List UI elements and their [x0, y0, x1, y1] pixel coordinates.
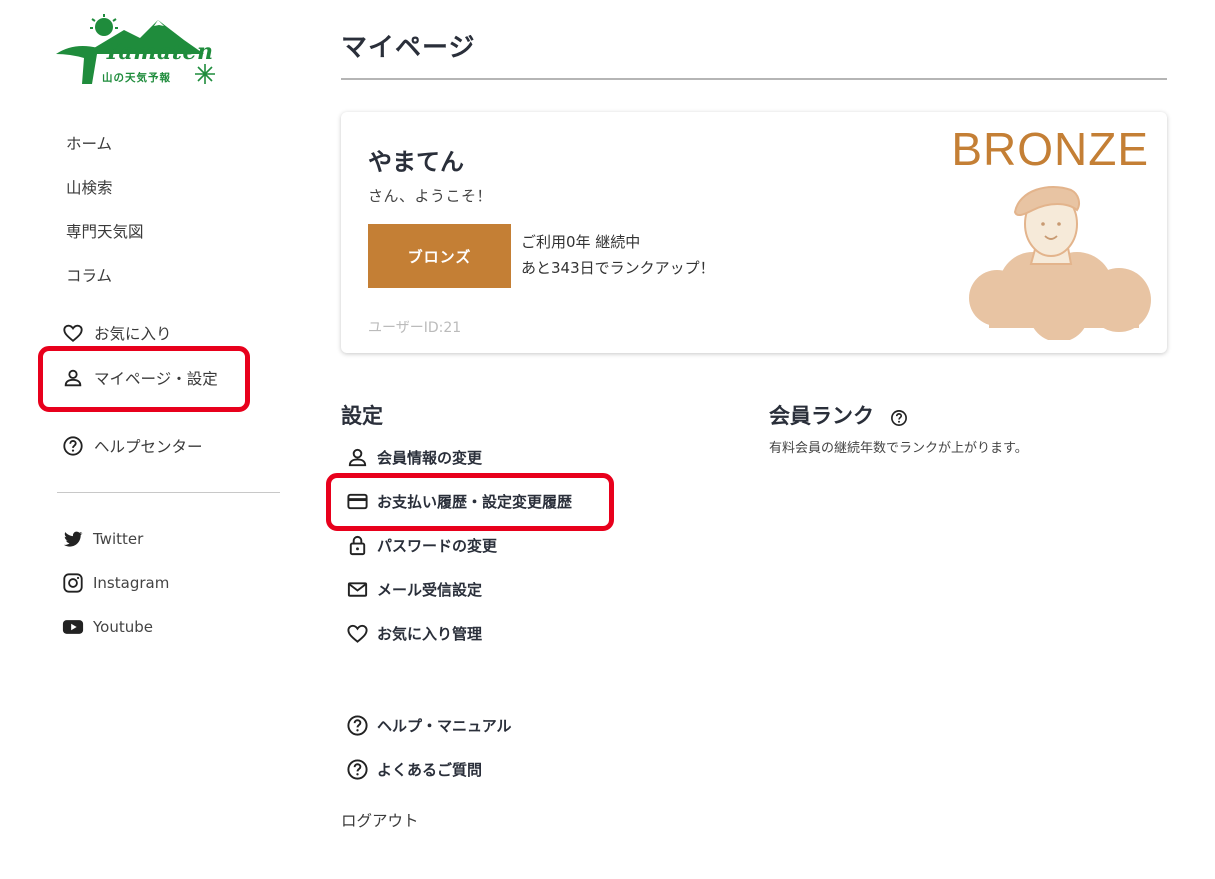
sidebar-help-label: ヘルプセンター: [94, 438, 203, 456]
logo-subtitle: 山の天気予報: [102, 72, 171, 84]
sidebar-item-mypage[interactable]: マイページ・設定: [62, 367, 218, 389]
settings-item-payment-history[interactable]: お支払い履歴・設定変更履歴: [346, 490, 572, 513]
sidebar-item-help-center[interactable]: ヘルプセンター: [62, 435, 203, 457]
sidebar-favorites-label: お気に入り: [94, 325, 172, 343]
instagram-icon: [63, 573, 83, 593]
sidebar-mypage-label: マイページ・設定: [94, 370, 218, 388]
person-icon: [64, 369, 82, 387]
social-link-youtube[interactable]: Youtube: [62, 616, 153, 638]
sidebar-divider: [57, 492, 280, 493]
rank-label: BRONZE: [951, 123, 1149, 175]
twitter-icon: [63, 531, 83, 547]
mail-icon: [347, 582, 368, 597]
help-circle-icon: [347, 715, 368, 736]
sidebar-item-column[interactable]: コラム: [66, 264, 112, 286]
sidebar-item-weather-maps[interactable]: 専門天気図: [66, 220, 144, 242]
credit-card-icon: [347, 493, 368, 510]
help-item-faq[interactable]: よくあるご質問: [346, 758, 482, 781]
youtube-icon: [62, 620, 84, 634]
settings-item-mail[interactable]: メール受信設定: [346, 578, 482, 601]
membership-rank-title: 会員ランク: [769, 404, 874, 428]
youtube-label: Youtube: [93, 618, 153, 636]
settings-section-title: 設定: [341, 404, 383, 428]
twitter-label: Twitter: [93, 530, 144, 548]
title-divider: [341, 78, 1167, 80]
membership-rank-description: 有料会員の継続年数でランクが上がります。: [769, 441, 1028, 456]
profile-card: やまてん さん、ようこそ！ ブロンズ ご利用0年 継続中 あと343日でランクア…: [341, 112, 1167, 353]
rank-up-countdown: あと343日でランクアップ！: [521, 259, 715, 277]
lock-icon: [349, 535, 366, 556]
logout-link[interactable]: ログアウト: [341, 809, 419, 831]
heart-icon: [347, 624, 368, 643]
user-id: ユーザーID:21: [368, 320, 462, 336]
membership-rank-header: 会員ランク: [769, 400, 908, 430]
welcome-text: さん、ようこそ！: [368, 187, 493, 205]
social-link-instagram[interactable]: Instagram: [62, 572, 169, 594]
page-title: マイページ: [341, 33, 476, 63]
user-name: やまてん: [368, 148, 464, 176]
heart-icon: [63, 324, 83, 342]
sidebar-item-mountain-search[interactable]: 山検索: [66, 176, 113, 198]
mascot-illustration-icon: [969, 186, 1151, 340]
settings-item-favorites-manage[interactable]: お気に入り管理: [346, 622, 482, 645]
help-circle-icon: [347, 759, 368, 780]
instagram-label: Instagram: [93, 574, 170, 592]
help-circle-icon[interactable]: [890, 409, 908, 427]
person-icon: [348, 448, 367, 467]
site-logo[interactable]: Yamaten 山の天気予報: [54, 14, 220, 90]
help-item-label: ヘルプ・マニュアル: [377, 717, 512, 735]
sidebar-item-favorites[interactable]: お気に入り: [62, 322, 172, 344]
logo-wordmark: Yamaten: [104, 39, 214, 65]
rank-badge: ブロンズ: [368, 224, 511, 288]
social-link-twitter[interactable]: Twitter: [62, 528, 143, 550]
sidebar-item-home[interactable]: ホーム: [66, 132, 112, 154]
settings-item-label: パスワードの変更: [377, 537, 498, 555]
help-item-manual[interactable]: ヘルプ・マニュアル: [346, 714, 512, 737]
help-item-label: よくあるご質問: [377, 761, 483, 779]
settings-item-label: 会員情報の変更: [377, 449, 483, 467]
settings-item-password[interactable]: パスワードの変更: [346, 534, 497, 557]
settings-item-label: メール受信設定: [377, 581, 483, 599]
help-circle-icon: [63, 436, 83, 456]
settings-item-account-info[interactable]: 会員情報の変更: [346, 446, 482, 469]
settings-item-label: お支払い履歴・設定変更履歴: [377, 493, 573, 511]
usage-duration: ご利用0年 継続中: [521, 233, 641, 251]
settings-item-label: お気に入り管理: [377, 625, 483, 643]
